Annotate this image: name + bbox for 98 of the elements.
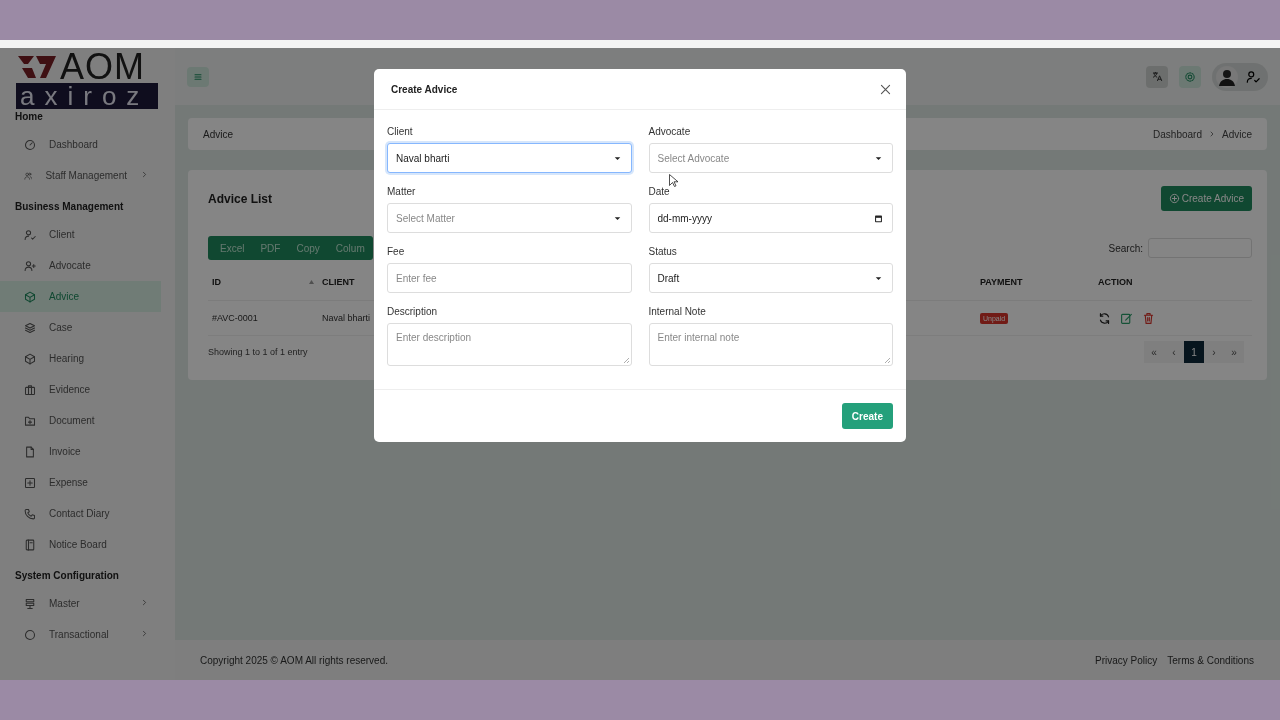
table-info: Showing 1 to 1 of 1 entry — [208, 347, 308, 357]
sidebar-item[interactable]: Staff Management — [0, 160, 161, 191]
file-icon — [24, 445, 36, 458]
board-icon — [24, 538, 36, 551]
chevron-right-icon — [140, 598, 149, 607]
select-field[interactable]: Select Advocate — [648, 143, 893, 173]
page-button[interactable]: « — [1144, 341, 1164, 363]
export-button[interactable]: Colum — [327, 236, 373, 260]
field-label: Fee — [387, 245, 406, 259]
circle-icon — [24, 628, 36, 641]
folder-plus-icon — [24, 414, 36, 427]
page-button[interactable]: ‹ — [1164, 341, 1184, 363]
avatar — [1216, 65, 1238, 88]
column-header[interactable]: PAYMENT — [980, 277, 1023, 287]
user-plus-icon — [24, 259, 36, 272]
close-icon — [879, 82, 892, 96]
cursor-icon — [669, 174, 678, 187]
breadcrumb-link[interactable]: Advice — [1222, 128, 1252, 140]
date-field[interactable]: dd-mm-yyyy — [648, 203, 893, 233]
page-button[interactable]: › — [1204, 341, 1224, 363]
cube-icon — [24, 290, 36, 303]
field-label: Internal Note — [648, 305, 707, 319]
sidebar-item[interactable]: Advocate — [0, 250, 161, 281]
card-title: Advice List — [208, 191, 273, 206]
resize-grip-icon[interactable] — [622, 357, 629, 363]
resize-grip-icon[interactable] — [884, 357, 890, 363]
sidebar-item[interactable]: Advice — [0, 281, 161, 312]
select-field[interactable]: Select Matter — [387, 203, 632, 233]
export-button[interactable]: Copy — [288, 236, 328, 260]
user-check-icon — [1246, 69, 1260, 84]
sidebar-item[interactable]: Dashboard — [0, 129, 161, 160]
phone-icon — [24, 507, 36, 520]
sidebar-item[interactable]: Evidence — [0, 374, 161, 405]
create-button[interactable]: Create — [841, 403, 893, 429]
search-label: Search: — [1108, 242, 1143, 254]
footer-link[interactable]: Privacy Policy — [1095, 654, 1158, 666]
field-label: Status — [648, 245, 678, 259]
select-field[interactable]: Draft — [648, 263, 893, 293]
textarea-field[interactable]: Enter internal note — [648, 323, 893, 366]
user-check-icon — [24, 228, 36, 241]
layers-icon — [24, 321, 36, 334]
sidebar-item[interactable]: Notice Board — [0, 529, 161, 560]
field-label: Advocate — [648, 125, 692, 139]
logo-wordmark: axiroz — [16, 83, 158, 109]
create-advice-button[interactable]: Create Advice — [1160, 186, 1252, 211]
column-header[interactable]: ID — [212, 277, 221, 287]
plus-square-icon — [24, 476, 36, 489]
calendar-icon — [873, 212, 884, 224]
edit-icon — [1120, 311, 1133, 325]
field-label: Date — [648, 185, 671, 199]
refresh-icon — [1098, 311, 1111, 325]
table-cell-text: #AVC-0001 — [212, 313, 259, 323]
footer-link[interactable]: Terms & Conditions — [1167, 654, 1254, 666]
settings-button[interactable] — [1179, 65, 1201, 88]
language-button[interactable] — [1146, 65, 1168, 88]
menu-button[interactable] — [187, 66, 209, 87]
page-title: Advice — [203, 128, 233, 140]
sidebar-item[interactable]: Contact Diary — [0, 498, 161, 529]
sidebar-item[interactable]: Document — [0, 405, 161, 436]
sidebar-item[interactable]: Transactional — [0, 619, 161, 650]
sidebar-item[interactable]: Expense — [0, 467, 161, 498]
gauge-icon — [24, 138, 36, 151]
field-label: Matter — [387, 185, 417, 199]
settings-icon — [1184, 70, 1196, 83]
column-header[interactable]: CLIENT — [322, 277, 355, 287]
select-field[interactable]: Naval bharti — [387, 143, 632, 173]
export-button[interactable]: PDF — [252, 236, 289, 260]
page-button[interactable]: 1 — [1184, 341, 1204, 363]
logo-text: AOM — [60, 51, 145, 83]
page-button[interactable]: » — [1224, 341, 1244, 363]
sidebar-item[interactable]: Client — [0, 219, 161, 250]
chevron-right-icon — [1208, 130, 1216, 138]
section-heading: System Configuration — [14, 570, 120, 581]
section-heading: Business Management — [14, 201, 125, 212]
chevron-right-icon — [140, 629, 149, 638]
sidebar-item[interactable]: Invoice — [0, 436, 161, 467]
field-label: Description — [387, 305, 439, 319]
sidebar-item[interactable]: Hearing — [0, 343, 161, 374]
briefcase-icon — [24, 383, 36, 396]
textarea-field[interactable]: Enter description — [387, 323, 632, 366]
export-button[interactable]: Excel — [212, 236, 253, 260]
field-label: Client — [387, 125, 414, 139]
sidebar-item[interactable]: Case — [0, 312, 161, 343]
section-heading: Home — [14, 111, 44, 122]
sort-icon[interactable] — [309, 280, 314, 284]
chevron-right-icon — [140, 170, 149, 179]
table-cell-text: Naval bharti — [322, 313, 372, 323]
breadcrumb-link[interactable]: Dashboard — [1153, 128, 1202, 140]
dialog-title: Create Advice — [391, 83, 458, 95]
translate-icon — [1151, 71, 1163, 82]
sidebar-item[interactable]: Master — [0, 588, 161, 619]
user-menu[interactable] — [1212, 62, 1268, 91]
column-header[interactable]: ACTION — [1098, 277, 1133, 287]
trash-icon — [1142, 311, 1155, 325]
input-field[interactable]: Enter fee — [387, 263, 632, 293]
copyright-text: Copyright 2025 © AOM All rights reserved. — [200, 654, 388, 666]
cube-icon — [24, 352, 36, 365]
plus-circle-icon — [1168, 193, 1180, 204]
